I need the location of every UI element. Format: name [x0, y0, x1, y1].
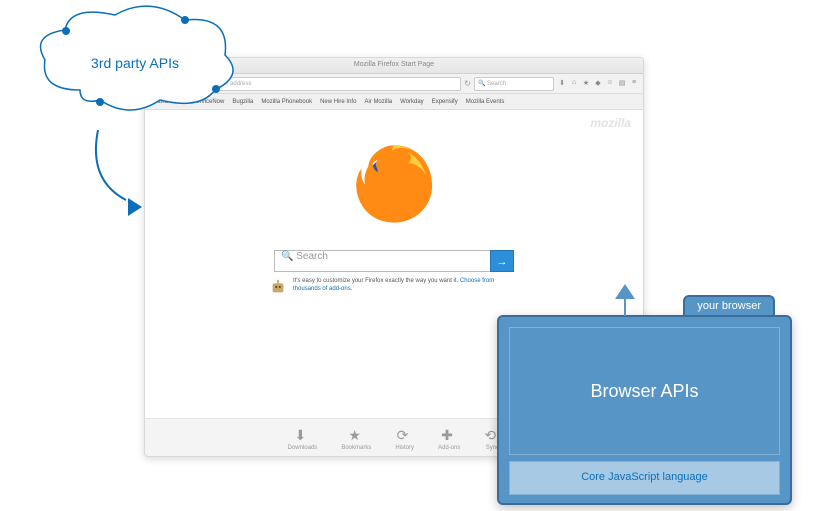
arrow-up-icon: [615, 284, 635, 299]
footer-history[interactable]: ⟳History: [395, 427, 414, 451]
search-box: 🔍 Search →: [274, 250, 514, 272]
bookmark-item[interactable]: Air Mozilla: [364, 99, 392, 105]
footer-downloads[interactable]: ⬇Downloads: [288, 427, 318, 451]
your-browser-tab: your browser: [683, 295, 775, 315]
star-icon: ★: [348, 427, 364, 443]
cloud-label: 3rd party APIs: [20, 55, 250, 71]
download-icon: ⬇: [294, 427, 310, 443]
history-icon: ⟳: [397, 427, 413, 443]
cloud-icon: [20, 0, 250, 160]
search-go-button[interactable]: →: [490, 250, 514, 272]
mozilla-watermark: mozilla: [590, 116, 631, 130]
reload-button[interactable]: ↻: [464, 79, 471, 88]
download-icon[interactable]: ⬇: [557, 79, 567, 89]
firefox-logo-icon: [349, 138, 439, 228]
robot-icon: [269, 278, 287, 296]
api-arrow-up: [615, 284, 635, 316]
arrow-stem: [624, 298, 626, 316]
list-icon[interactable]: ▤: [617, 79, 627, 89]
core-js-box: Core JavaScript language: [509, 461, 780, 495]
pocket-icon[interactable]: ◆: [593, 79, 603, 89]
puzzle-icon: ✚: [441, 427, 457, 443]
api-inner-box: Browser APIs: [509, 327, 780, 455]
home-icon[interactable]: ⌂: [569, 79, 579, 89]
arrow-right-icon: [128, 198, 142, 216]
account-icon[interactable]: ☺: [605, 79, 615, 89]
bookmark-item[interactable]: New Hire Info: [320, 99, 356, 105]
nav-search-input[interactable]: 🔍 Search: [474, 77, 554, 91]
footer-addons[interactable]: ✚Add-ons: [438, 427, 460, 451]
bookmark-item[interactable]: Workday: [400, 99, 424, 105]
bookmark-star-icon[interactable]: ★: [581, 79, 591, 89]
menu-icon[interactable]: ≡: [629, 79, 639, 89]
bookmark-item[interactable]: Expensify: [432, 99, 458, 105]
search-area: 🔍 Search →: [274, 250, 514, 272]
browser-apis-box: your browser Browser APIs Core JavaScrip…: [497, 315, 792, 505]
hint-text: It's easy to customize your Firefox exac…: [293, 278, 519, 294]
core-js-label: Core JavaScript language: [581, 471, 708, 484]
toolbar-icons: ⬇ ⌂ ★ ◆ ☺ ▤ ≡: [557, 79, 639, 89]
third-party-apis-cloud: 3rd party APIs: [20, 0, 250, 160]
customize-hint: It's easy to customize your Firefox exac…: [269, 278, 519, 296]
browser-apis-label: Browser APIs: [590, 381, 698, 402]
search-input[interactable]: 🔍 Search: [274, 250, 490, 272]
footer-bookmarks[interactable]: ★Bookmarks: [341, 427, 371, 451]
bookmark-item[interactable]: Mozilla Phonebook: [261, 99, 312, 105]
bookmark-item[interactable]: Mozilla Events: [466, 99, 505, 105]
